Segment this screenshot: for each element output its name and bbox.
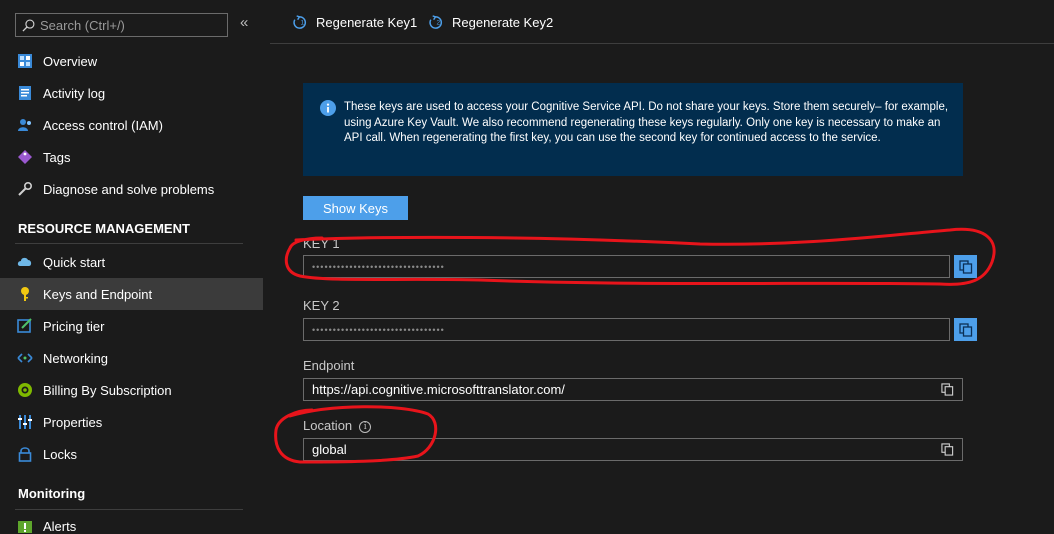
sidebar-item-label: Billing By Subscription	[43, 382, 172, 398]
sidebar-item-alerts[interactable]: Alerts	[0, 510, 263, 534]
key2-label: KEY 2	[303, 298, 340, 313]
properties-icon	[17, 414, 33, 430]
copy-icon[interactable]	[941, 443, 954, 456]
tag-icon	[17, 149, 33, 165]
collapse-sidebar-button[interactable]: «	[240, 14, 248, 31]
sidebar-item-pricing-tier[interactable]: Pricing tier	[0, 310, 263, 342]
sidebar-item-label: Quick start	[43, 254, 106, 270]
sidebar-item-billing[interactable]: Billing By Subscription	[0, 374, 263, 406]
sidebar-item-access-control[interactable]: Access control (IAM)	[0, 109, 263, 141]
sidebar-item-tags[interactable]: Tags	[0, 141, 263, 173]
copy-icon	[958, 259, 972, 274]
sidebar-item-networking[interactable]: Networking	[0, 342, 263, 374]
pricing-icon	[17, 318, 33, 334]
location-label: Location i	[303, 418, 372, 433]
sidebar-item-label: Pricing tier	[43, 318, 105, 334]
regenerate-key1-label: Regenerate Key1	[316, 15, 418, 30]
overview-icon	[17, 53, 33, 69]
section-title-resource-management: RESOURCE MANAGEMENT	[18, 221, 190, 236]
sidebar-item-activity-log[interactable]: Activity log	[0, 77, 263, 109]
wrench-icon	[17, 181, 33, 197]
billing-icon	[17, 382, 33, 398]
section-title-monitoring: Monitoring	[18, 486, 86, 501]
iam-icon	[17, 117, 33, 133]
sidebar-item-label: Tags	[43, 149, 71, 165]
endpoint-field[interactable]: https://api.cognitive.microsofttranslato…	[303, 378, 963, 401]
sidebar-item-keys-and-endpoint[interactable]: Keys and Endpoint	[0, 278, 263, 310]
cloud-icon	[17, 254, 33, 270]
copy-key2-button[interactable]	[954, 318, 977, 341]
search-input[interactable]	[40, 17, 220, 33]
sidebar-item-label: Alerts	[43, 518, 77, 534]
sidebar-item-label: Properties	[43, 414, 103, 430]
info-icon	[320, 100, 336, 116]
command-bar: 1 Regenerate Key1 2 Regenerate Key2	[270, 0, 1054, 44]
section-divider	[15, 243, 243, 244]
activity-log-icon	[17, 85, 33, 101]
endpoint-value: https://api.cognitive.microsofttranslato…	[312, 382, 565, 397]
location-value: global	[312, 442, 347, 457]
info-banner-text: These keys are used to access your Cogni…	[344, 101, 949, 144]
endpoint-label: Endpoint	[303, 358, 355, 373]
location-field[interactable]: global	[303, 438, 963, 461]
copy-key1-button[interactable]	[954, 255, 977, 278]
regenerate-key1-button[interactable]: 1 Regenerate Key1	[292, 15, 417, 30]
key1-field[interactable]: ••••••••••••••••••••••••••••••••	[303, 255, 950, 278]
sidebar-item-properties[interactable]: Properties	[0, 406, 263, 438]
sidebar-item-diagnose[interactable]: Diagnose and solve problems	[0, 173, 263, 205]
regenerate-key2-label: Regenerate Key2	[452, 15, 554, 30]
sidebar-item-label: Activity log	[43, 85, 106, 101]
refresh-icon: 2	[429, 15, 442, 29]
copy-icon[interactable]	[941, 383, 954, 396]
sidebar-item-quick-start[interactable]: Quick start	[0, 246, 263, 278]
key2-field[interactable]: ••••••••••••••••••••••••••••••••	[303, 318, 950, 341]
regenerate-key2-button[interactable]: 2 Regenerate Key2	[428, 15, 553, 30]
networking-icon	[17, 350, 33, 366]
search-box[interactable]	[15, 13, 228, 37]
lock-icon	[17, 446, 33, 462]
key1-label: KEY 1	[303, 236, 340, 251]
sidebar-item-locks[interactable]: Locks	[0, 438, 263, 470]
sidebar-item-overview[interactable]: Overview	[0, 45, 263, 77]
sidebar-item-label: Networking	[43, 350, 109, 366]
show-keys-button[interactable]: Show Keys	[303, 196, 408, 220]
svg-text:2: 2	[436, 19, 440, 26]
location-label-text: Location	[303, 418, 353, 433]
refresh-icon: 1	[293, 15, 306, 29]
sidebar-item-label: Diagnose and solve problems	[43, 181, 215, 197]
info-icon[interactable]: i	[359, 421, 372, 433]
alert-icon	[17, 518, 33, 534]
sidebar: « Overview Activity log Access control (…	[0, 0, 263, 534]
sidebar-item-label: Overview	[43, 53, 98, 69]
copy-icon	[958, 322, 972, 337]
key-icon	[17, 286, 33, 302]
sidebar-item-label: Keys and Endpoint	[43, 286, 153, 302]
info-banner: These keys are used to access your Cogni…	[303, 83, 963, 176]
sidebar-item-label: Locks	[43, 446, 77, 462]
sidebar-item-label: Access control (IAM)	[43, 117, 163, 133]
svg-text:1: 1	[300, 19, 304, 26]
search-icon	[22, 19, 35, 32]
